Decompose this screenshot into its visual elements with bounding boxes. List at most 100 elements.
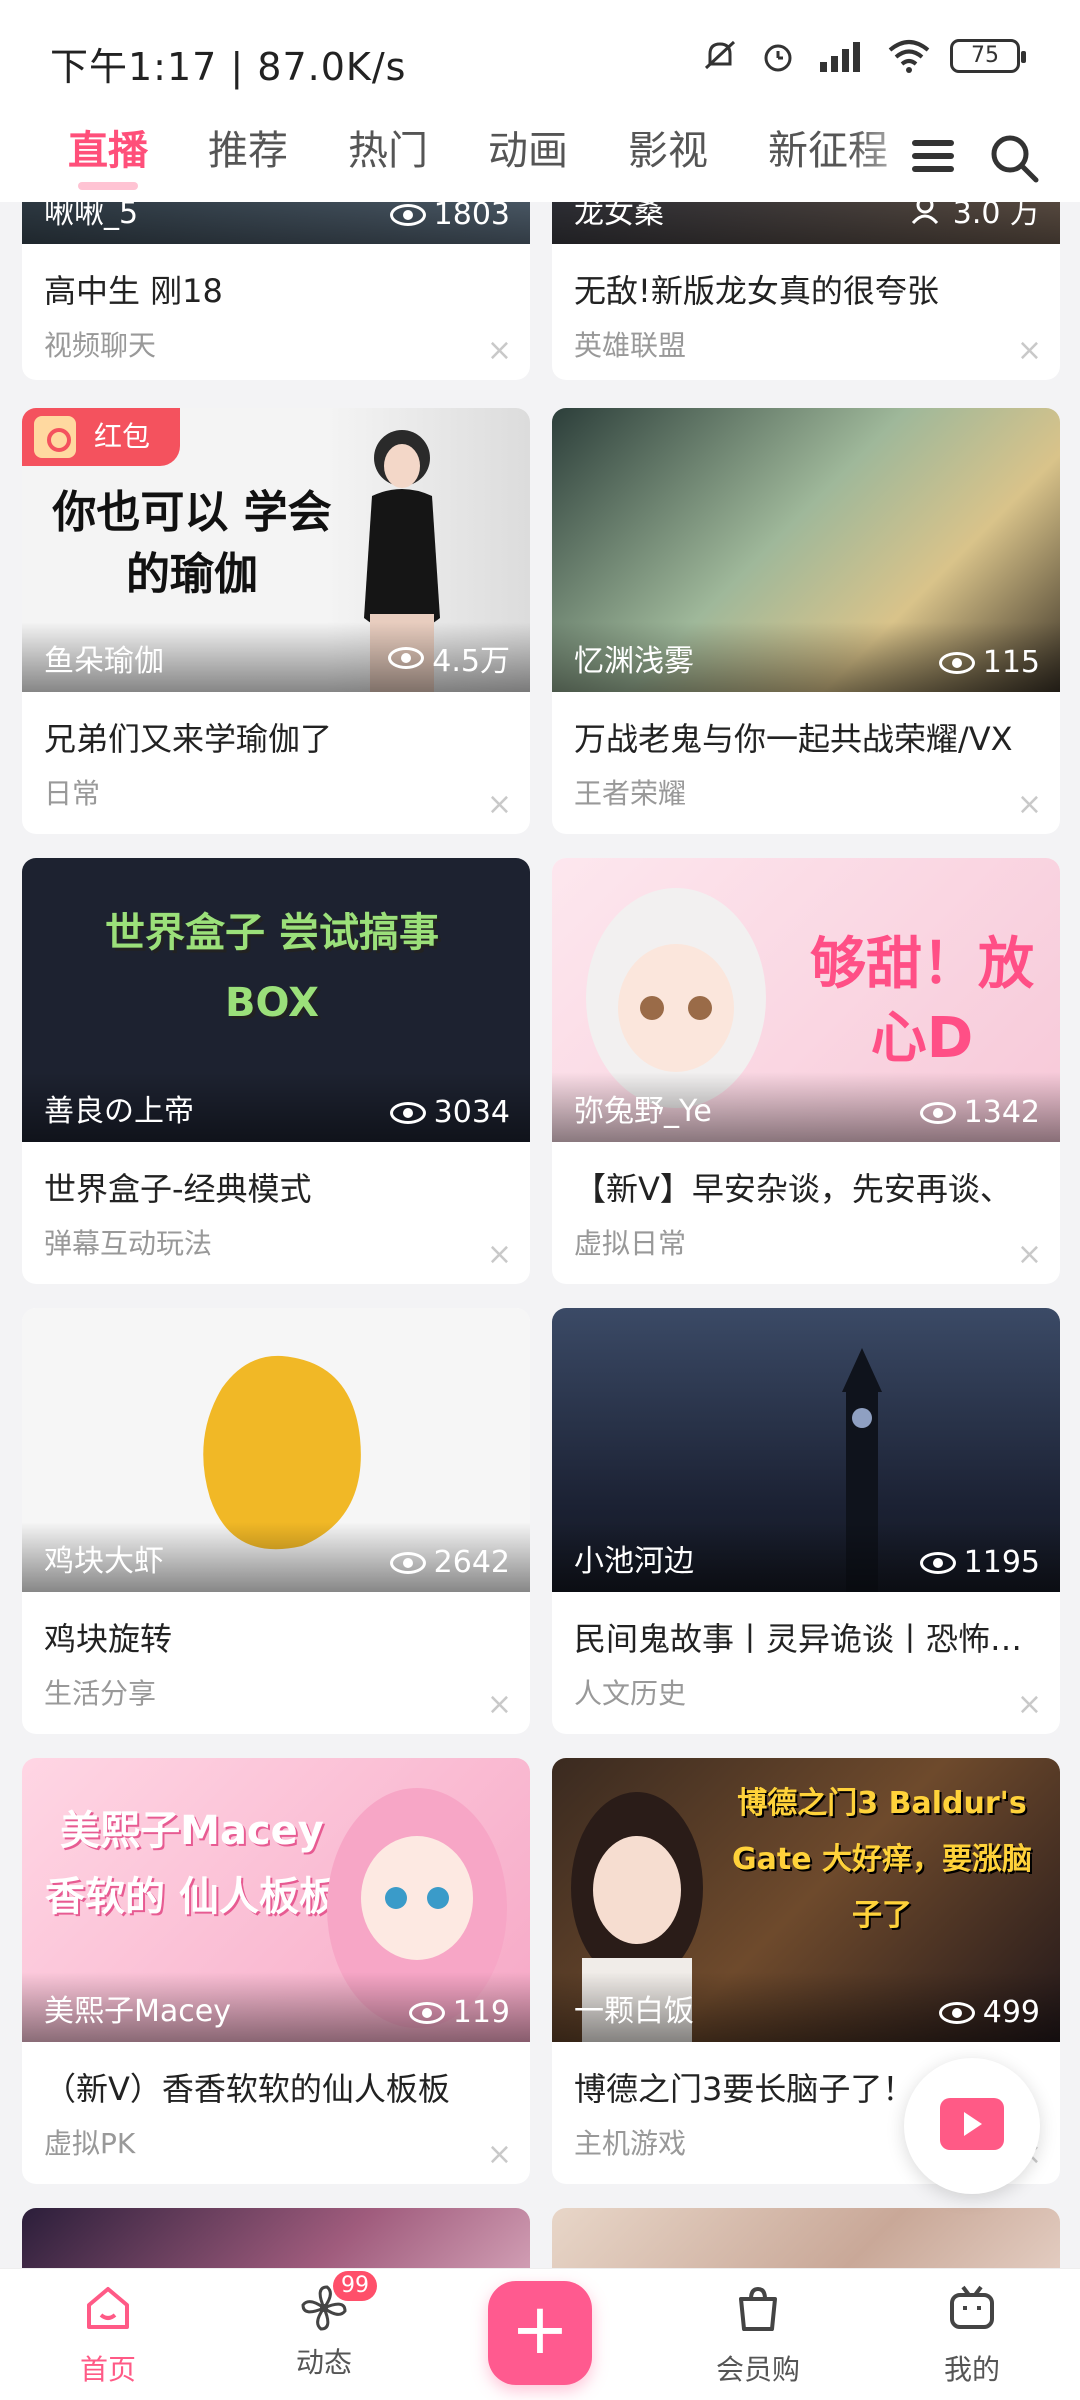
streamer-name: 龙女桑: [574, 202, 664, 231]
streamer-name: 善良の上帝: [44, 1094, 194, 1129]
publish-plus-button[interactable]: +: [488, 2281, 592, 2385]
close-icon[interactable]: ×: [487, 333, 512, 368]
live-card[interactable]: 鸡块大虾 2642 鸡块旋转 生活分享 ×: [22, 1308, 530, 1734]
live-card[interactable]: [22, 2208, 530, 2268]
eye-icon: [919, 1551, 956, 1574]
view-count: 1803: [389, 202, 510, 232]
eye-icon: [388, 647, 425, 669]
status-time-speed: 下午1:17 | 87.0K/s: [50, 45, 407, 89]
tab-recommend[interactable]: 推荐: [208, 124, 288, 190]
card-title: 鸡块旋转: [44, 1620, 173, 1658]
card-thumbnail: [22, 2208, 530, 2268]
card-thumbnail: 龙女桑 3.0 万: [552, 202, 1060, 244]
close-icon[interactable]: ×: [487, 2137, 512, 2172]
view-count: 2642: [389, 1545, 510, 1580]
close-icon[interactable]: ×: [1017, 333, 1042, 368]
streamer-name: 鱼朵瑜伽: [44, 644, 164, 679]
nav-home-label: 首页: [79, 2353, 136, 2386]
nav-shop[interactable]: 会员购: [698, 2281, 818, 2388]
card-title: 兄弟们又来学瑜伽了: [44, 720, 333, 758]
view-count: 3.0 万: [911, 202, 1040, 232]
card-category: 日常: [44, 777, 101, 810]
live-card[interactable]: 你也可以 学会的瑜伽 鱼朵瑜伽 4.5万 红包 兄弟们又来学瑜伽了 日常 ×: [22, 408, 530, 834]
card-category: 视频聊天: [44, 329, 157, 362]
battery-indicator: 75: [950, 39, 1026, 73]
close-icon[interactable]: ×: [487, 1237, 512, 1272]
shopping-bag-icon: [739, 2286, 777, 2331]
eye-icon: [389, 1551, 426, 1574]
live-card[interactable]: 忆渊浅雾 115 万战老鬼与你一起共战荣耀/VX 王者荣耀 ×: [552, 408, 1060, 834]
view-count: 4.5万: [388, 636, 510, 680]
eye-icon: [938, 651, 975, 674]
nav-dynamic-label: 动态: [295, 2346, 352, 2379]
card-title: 无敌!新版龙女真的很夸张: [574, 272, 939, 310]
nav-home[interactable]: 首页: [48, 2281, 168, 2388]
view-count: 1342: [919, 1095, 1040, 1130]
streamer-name: 弥兔野_Ye: [574, 1094, 712, 1129]
close-icon[interactable]: ×: [1017, 1237, 1042, 1272]
card-thumbnail: 小池河边 1195: [552, 1308, 1060, 1592]
status-icons: 75: [700, 36, 1026, 76]
live-card[interactable]: 小池河边 1195 民间鬼故事丨灵异诡谈丨恐怖… 人文历史 ×: [552, 1308, 1060, 1734]
person-icon: [911, 202, 938, 225]
tab-film[interactable]: 影视: [628, 124, 708, 190]
app-root: 下午1:17 | 87.0K/s 75 直播 推荐 热门 动画 影视 新征程 啾…: [0, 0, 1080, 2400]
close-icon[interactable]: ×: [487, 787, 512, 822]
live-card[interactable]: 够甜！放心D 弥兔野_Ye 1342 【新V】早安杂谈，先安再谈、 虚拟日常 ×: [552, 858, 1060, 1284]
live-card[interactable]: 啾啾_5 1803 高中生 刚18 视频聊天 ×: [22, 202, 530, 380]
card-category: 生活分享: [44, 1677, 157, 1710]
view-count: 119: [408, 1995, 510, 2030]
live-card[interactable]: 美熙子Macey 香软的 仙人板板 美熙子Macey 119 （新V）香香软软的…: [22, 1758, 530, 2184]
card-title: 万战老鬼与你一起共战荣耀/VX: [574, 720, 1013, 758]
card-thumbnail: 世界盒子 尝试搞事 BOX 善良の上帝 3034: [22, 858, 530, 1142]
live-card[interactable]: [552, 2208, 1060, 2268]
alarm-icon: [764, 44, 792, 72]
card-thumbnail: 忆渊浅雾 115: [552, 408, 1060, 692]
tabs-row: 直播 推荐 热门 动画 影视 新征程: [68, 124, 948, 190]
card-title: 【新V】早安杂谈，先安再谈、: [574, 1170, 1012, 1208]
menu-icon[interactable]: [904, 130, 964, 182]
streamer-name: 美熙子Macey: [44, 1994, 231, 2029]
dynamic-badge: 99: [333, 2271, 377, 2301]
eye-icon: [389, 203, 426, 226]
search-icon[interactable]: [984, 128, 1044, 188]
card-thumbnail: 博德之门3 Baldur's Gate 大好痒，要涨脑子了 一颗白饭 499: [552, 1758, 1060, 2042]
thumbnail-caption: 你也可以 学会的瑜伽: [52, 487, 332, 600]
nav-mine[interactable]: 我的: [912, 2281, 1032, 2388]
close-icon[interactable]: ×: [1017, 787, 1042, 822]
tab-hot[interactable]: 热门: [348, 124, 428, 190]
eye-icon: [408, 2001, 445, 2024]
live-feed[interactable]: 啾啾_5 1803 高中生 刚18 视频聊天 × 龙女桑 3.0 万 无敌!新版…: [0, 202, 1080, 2268]
home-icon: [87, 2287, 129, 2329]
card-category: 虚拟日常: [574, 1227, 687, 1260]
card-title: 民间鬼故事丨灵异诡谈丨恐怖…: [574, 1620, 1023, 1658]
card-category: 弹幕互动玩法: [44, 1227, 213, 1260]
close-icon[interactable]: ×: [487, 1687, 512, 1722]
streamer-name: 一颗白饭: [574, 1994, 694, 2029]
eye-icon: [389, 1101, 426, 1124]
streamer-name: 啾啾_5: [44, 202, 139, 231]
thumbnail-caption: 够甜！放心D: [810, 932, 1034, 1071]
signal-icon: [820, 42, 860, 72]
tab-live[interactable]: 直播: [68, 124, 148, 190]
pinwheel-icon: 99: [297, 2271, 377, 2335]
red-packet-icon: [34, 416, 76, 458]
tab-animation[interactable]: 动画: [488, 124, 568, 190]
card-category: 人文历史: [574, 1677, 687, 1710]
close-icon[interactable]: ×: [1017, 1687, 1042, 1722]
tv-icon: [950, 2285, 994, 2329]
card-thumbnail: [552, 2208, 1060, 2268]
eye-icon: [938, 2001, 975, 2024]
bottom-navigation: 首页 99 动态 + 会员购 我的: [0, 2268, 1080, 2400]
card-category: 英雄联盟: [574, 329, 687, 362]
streamer-name: 忆渊浅雾: [574, 644, 694, 679]
nav-dynamic[interactable]: 99 动态: [264, 2271, 384, 2381]
live-card[interactable]: 世界盒子 尝试搞事 BOX 善良の上帝 3034 世界盒子-经典模式 弹幕互动玩…: [22, 858, 530, 1284]
nav-shop-label: 会员购: [715, 2353, 800, 2386]
eye-icon: [919, 1101, 956, 1124]
mute-bell-icon: [704, 40, 736, 70]
live-card[interactable]: 龙女桑 3.0 万 无敌!新版龙女真的很夸张 英雄联盟 ×: [552, 202, 1060, 380]
start-live-float-button[interactable]: [904, 2058, 1040, 2194]
card-thumbnail: 啾啾_5 1803: [22, 202, 530, 244]
thumbnail-caption: 博德之门3 Baldur's Gate 大好痒，要涨脑子了: [732, 1786, 1032, 1933]
